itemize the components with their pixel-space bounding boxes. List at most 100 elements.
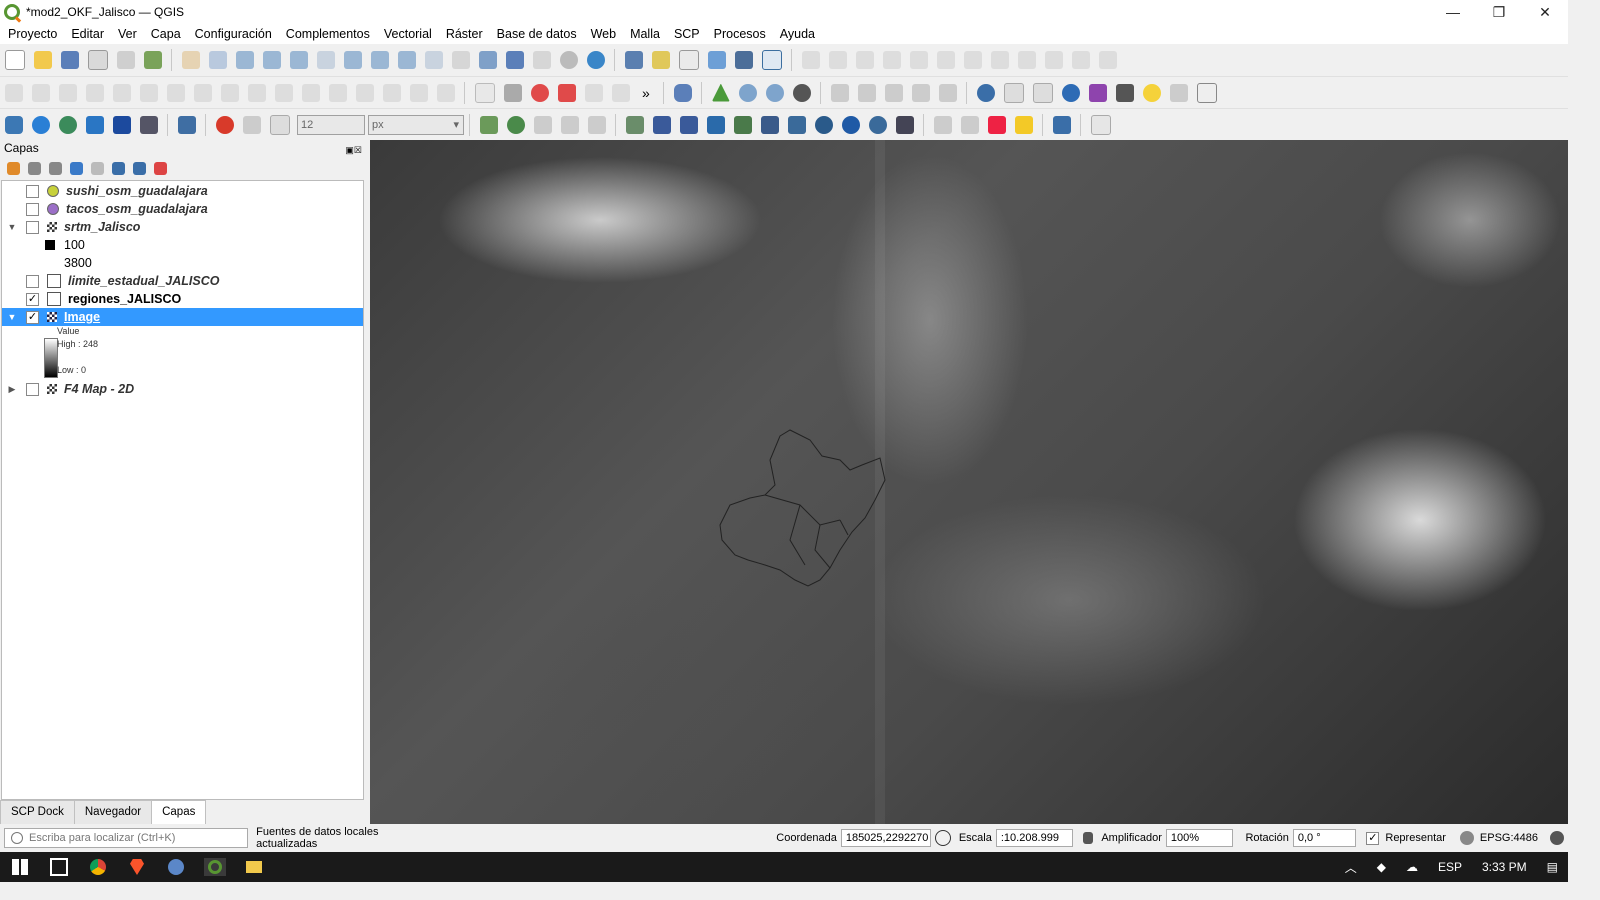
refresh-icon[interactable] xyxy=(587,51,605,69)
digitize-icon[interactable] xyxy=(802,51,820,69)
tab-navegador[interactable]: Navegador xyxy=(73,800,153,824)
crs-label[interactable]: EPSG:4486 xyxy=(1480,832,1538,844)
new-map-view-icon[interactable] xyxy=(452,51,470,69)
minimize-button[interactable]: — xyxy=(1430,0,1476,24)
magnifier-field[interactable]: 100% xyxy=(1165,829,1234,847)
menu-complementos[interactable]: Complementos xyxy=(278,27,376,41)
snap-options-icon[interactable] xyxy=(561,115,579,134)
snapping-tolerance-spinbox[interactable]: 12 xyxy=(297,114,365,135)
filter-legend-icon[interactable] xyxy=(70,161,83,175)
filter-expression-icon[interactable] xyxy=(91,161,104,175)
fill-ring-icon[interactable] xyxy=(140,83,158,102)
python-console-icon[interactable] xyxy=(5,115,23,134)
language-indicator[interactable]: ESP xyxy=(1438,860,1462,874)
manage-themes-icon[interactable] xyxy=(49,161,62,175)
annotation-delete-icon[interactable] xyxy=(988,115,1006,134)
scp-web-icon[interactable] xyxy=(869,115,887,134)
toggle-editing-icon[interactable] xyxy=(829,51,847,69)
help-icon[interactable] xyxy=(178,115,196,134)
snap-intersection-icon[interactable] xyxy=(507,115,525,134)
statistics-icon[interactable] xyxy=(1088,83,1107,102)
text-annotation-icon[interactable] xyxy=(1196,82,1217,103)
new-virtual-layer-icon[interactable] xyxy=(762,50,782,70)
snapping-vertex-icon[interactable] xyxy=(243,115,261,134)
layer-visibility-checkbox[interactable] xyxy=(26,220,39,234)
panel-float-close-icon[interactable]: ▣☒ xyxy=(345,142,362,159)
scale-field[interactable]: :10.208.999 xyxy=(995,829,1074,847)
render-checkbox[interactable]: ✓ xyxy=(1366,831,1380,845)
layer-visibility-checkbox[interactable] xyxy=(26,382,39,396)
rotate-feature-icon[interactable] xyxy=(32,83,50,102)
copy-features-icon[interactable] xyxy=(1018,51,1036,69)
database-icon[interactable] xyxy=(673,83,692,102)
annotation-layer-icon[interactable] xyxy=(961,115,979,134)
layer-item[interactable]: sushi_osm_guadalajara xyxy=(2,182,363,200)
layer-visibility-checkbox[interactable] xyxy=(26,184,39,198)
menu-scp[interactable]: SCP xyxy=(666,27,706,41)
menu-ver[interactable]: Ver xyxy=(110,27,143,41)
map-tips-icon[interactable] xyxy=(1142,83,1161,102)
messages-icon[interactable] xyxy=(1550,831,1565,845)
split-features-icon[interactable] xyxy=(302,83,320,102)
tab-scp-dock[interactable]: SCP Dock xyxy=(0,800,75,824)
select-features-icon[interactable] xyxy=(830,83,849,102)
layer-visibility-checkbox[interactable]: ✓ xyxy=(26,292,39,306)
tab-capas[interactable]: Capas xyxy=(151,800,207,824)
add-layer-icon[interactable] xyxy=(625,51,643,69)
scp-filter-icon[interactable] xyxy=(788,115,806,134)
windows-start-icon[interactable] xyxy=(9,858,31,876)
qgis-taskbar-icon[interactable] xyxy=(204,858,226,876)
clock[interactable]: 3:33 PM xyxy=(1482,860,1527,874)
vertex-tool-icon[interactable] xyxy=(910,51,928,69)
open-styling-icon[interactable] xyxy=(7,161,20,175)
new-project-icon[interactable] xyxy=(5,50,25,70)
add-part-icon[interactable] xyxy=(113,83,131,102)
layout-icon[interactable] xyxy=(88,50,108,70)
menu-base-de-datos[interactable]: Base de datos xyxy=(489,27,583,41)
menu-raster[interactable]: Ráster xyxy=(438,27,489,41)
zoom-full-icon[interactable] xyxy=(290,51,308,69)
scp-band-icon[interactable] xyxy=(626,115,644,134)
layer-item[interactable]: ▼ srtm_Jalisco xyxy=(2,218,363,236)
move-label-icon[interactable] xyxy=(585,83,603,102)
scp-preview-icon[interactable] xyxy=(734,115,752,134)
zoom-in-icon[interactable] xyxy=(236,51,254,69)
scp-icon[interactable] xyxy=(32,115,50,134)
metasearch-icon[interactable] xyxy=(792,83,811,102)
merge-features-icon[interactable] xyxy=(356,83,374,102)
attribute-table-icon[interactable] xyxy=(1003,82,1024,103)
remove-layer-icon[interactable] xyxy=(154,161,167,175)
dropbox-icon[interactable]: ◆ xyxy=(1377,860,1386,874)
map-canvas[interactable] xyxy=(370,140,1568,824)
plugin-earth-icon[interactable] xyxy=(59,115,77,134)
snapping-magnet-icon[interactable] xyxy=(216,115,234,134)
delete-selected-icon[interactable] xyxy=(964,51,982,69)
show-bookmarks-icon[interactable] xyxy=(533,51,551,69)
delete-ring-icon[interactable] xyxy=(167,83,185,102)
menu-vectorial[interactable]: Vectorial xyxy=(376,27,438,41)
zoom-out-icon[interactable] xyxy=(263,51,281,69)
toolbar-overflow-icon[interactable]: » xyxy=(642,85,650,101)
processing-toolbox-icon[interactable] xyxy=(1061,83,1080,102)
menu-procesos[interactable]: Procesos xyxy=(706,27,772,41)
measure-icon[interactable] xyxy=(1115,83,1134,102)
select-location-icon[interactable] xyxy=(911,83,930,102)
plugin-tool-icon[interactable] xyxy=(140,115,158,134)
expand-all-icon[interactable] xyxy=(112,161,125,175)
style-manager-icon[interactable] xyxy=(144,51,162,69)
layout-manager-icon[interactable] xyxy=(117,51,135,69)
open-project-icon[interactable] xyxy=(34,51,52,69)
scp-roi-icon[interactable] xyxy=(653,115,671,134)
cut-features-icon[interactable] xyxy=(991,51,1009,69)
add-ring-icon[interactable] xyxy=(86,83,104,102)
new-bookmark-icon[interactable] xyxy=(506,51,524,69)
3d-map-view-icon[interactable] xyxy=(479,51,497,69)
pan-icon[interactable] xyxy=(182,51,200,69)
add-group-icon[interactable] xyxy=(28,161,41,175)
menu-configuracion[interactable]: Configuración xyxy=(187,27,278,41)
layer-item-selected[interactable]: ▼ ✓ Image xyxy=(2,308,363,326)
file-explorer-icon[interactable] xyxy=(243,858,265,876)
select-by-value-icon[interactable] xyxy=(857,83,876,102)
highlight-labels-icon[interactable] xyxy=(531,83,549,102)
layer-item[interactable]: tacos_osm_guadalajara xyxy=(2,200,363,218)
